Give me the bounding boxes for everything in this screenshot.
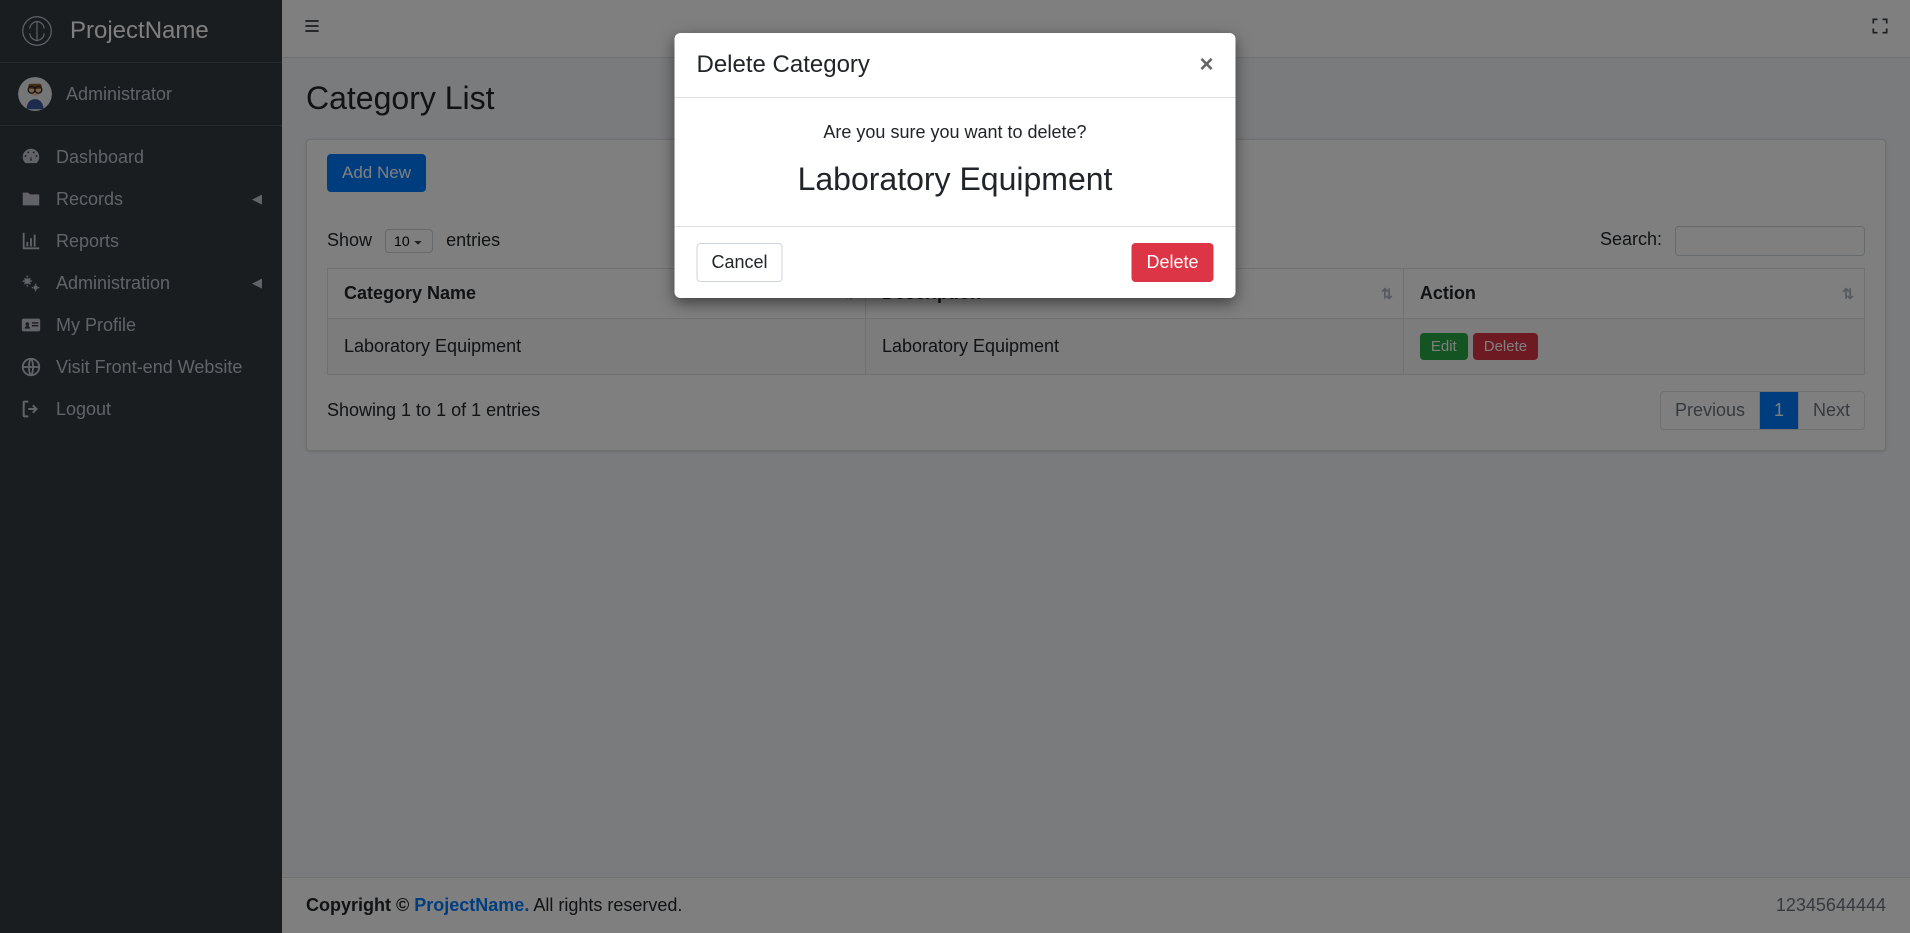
- delete-category-modal: Delete Category × Are you sure you want …: [675, 33, 1236, 298]
- modal-footer: Cancel Delete: [675, 226, 1236, 298]
- modal-item-name: Laboratory Equipment: [697, 161, 1214, 198]
- modal-delete-button[interactable]: Delete: [1131, 243, 1213, 282]
- modal-close-button[interactable]: ×: [1199, 53, 1213, 77]
- modal-question: Are you sure you want to delete?: [697, 122, 1214, 143]
- modal-title: Delete Category: [697, 51, 870, 79]
- modal-header: Delete Category ×: [675, 33, 1236, 98]
- modal-body: Are you sure you want to delete? Laborat…: [675, 98, 1236, 226]
- modal-cancel-button[interactable]: Cancel: [697, 243, 783, 282]
